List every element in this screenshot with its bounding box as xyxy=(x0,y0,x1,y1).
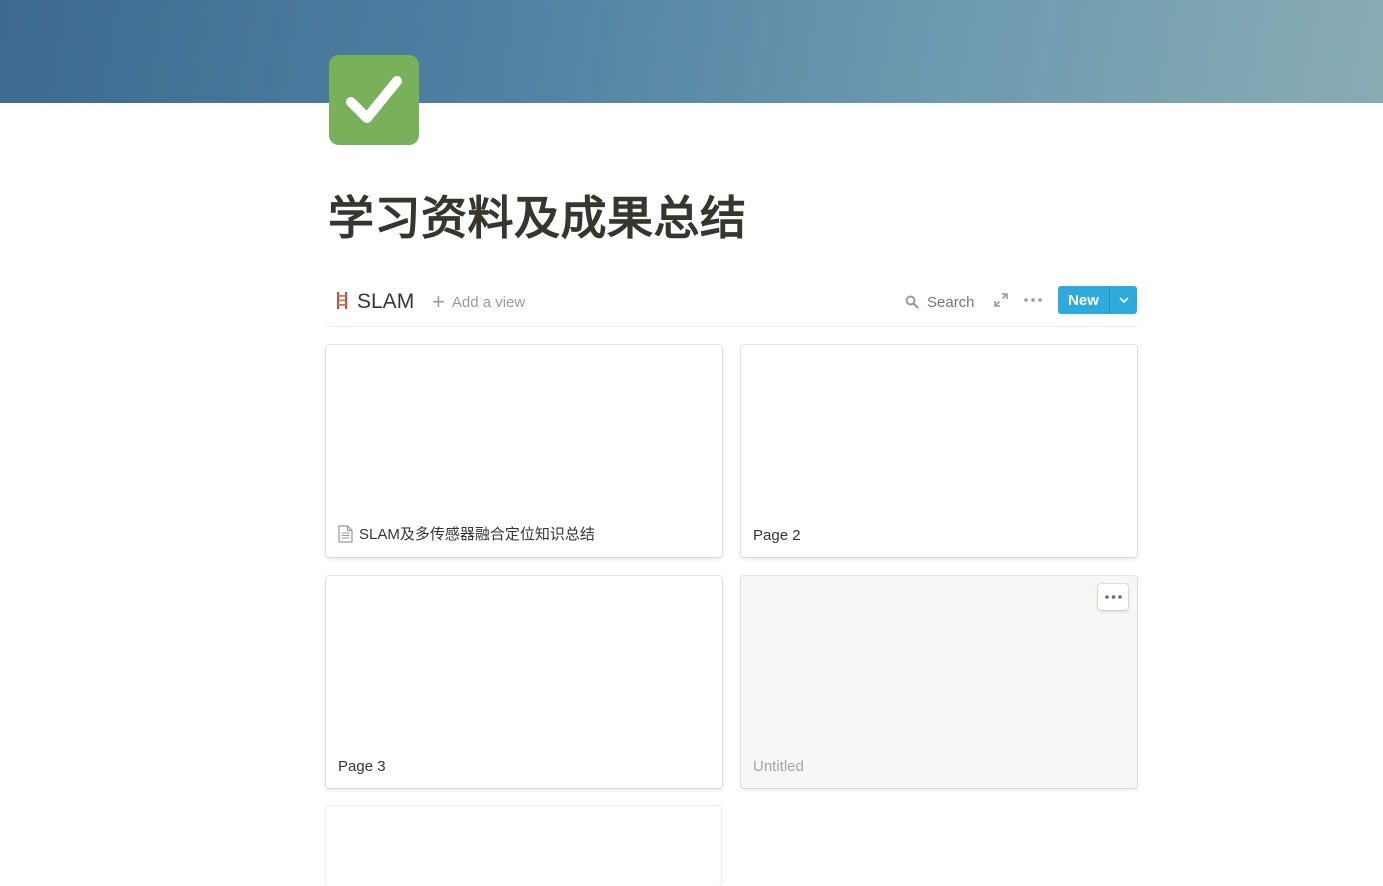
gallery-card[interactable]: SLAM及多传感器融合定位知识总结 xyxy=(326,345,722,557)
ladder-icon xyxy=(337,292,348,309)
plus-icon: + xyxy=(432,289,445,314)
ellipsis-icon xyxy=(1104,595,1122,599)
more-options-button[interactable] xyxy=(1023,291,1043,309)
database-header: SLAM + Add a view Search New xyxy=(326,283,1137,327)
card-title-text: Page 3 xyxy=(338,758,386,775)
database-name[interactable]: SLAM xyxy=(357,288,414,315)
new-button[interactable]: New xyxy=(1058,286,1109,314)
card-title-text: Untitled xyxy=(753,758,804,775)
card-title: Page 2 xyxy=(753,527,801,544)
card-title: Page 3 xyxy=(338,758,386,775)
page-cover[interactable] xyxy=(0,0,1383,103)
add-view-button[interactable]: + Add a view xyxy=(432,290,525,314)
gallery-card[interactable] xyxy=(326,806,721,886)
gallery-card[interactable]: Page 2 xyxy=(741,345,1137,557)
chevron-down-icon xyxy=(1118,297,1129,303)
open-as-page-icon[interactable] xyxy=(992,291,1010,309)
card-title-text: Page 2 xyxy=(753,527,801,544)
check-mark-button-icon[interactable] xyxy=(329,55,419,145)
page-document-icon xyxy=(338,524,353,543)
card-title: Untitled xyxy=(753,758,804,775)
search-button[interactable]: Search xyxy=(905,290,975,314)
ellipsis-icon xyxy=(1024,298,1042,302)
card-title-text: SLAM及多传感器融合定位知识总结 xyxy=(359,526,595,543)
new-template-dropdown[interactable] xyxy=(1110,286,1137,314)
card-more-button[interactable] xyxy=(1098,584,1128,610)
gallery-card[interactable]: Untitled xyxy=(741,576,1137,788)
add-view-label: Add a view xyxy=(451,293,526,311)
new-button-group: New xyxy=(1058,286,1137,314)
card-title: SLAM及多传感器融合定位知识总结 xyxy=(338,523,595,544)
check-mark-glyph xyxy=(346,76,402,123)
search-icon xyxy=(905,295,919,309)
search-label: Search xyxy=(927,293,975,311)
gallery-card[interactable]: Page 3 xyxy=(326,576,722,788)
page-title[interactable]: 学习资料及成果总结 xyxy=(328,188,747,248)
